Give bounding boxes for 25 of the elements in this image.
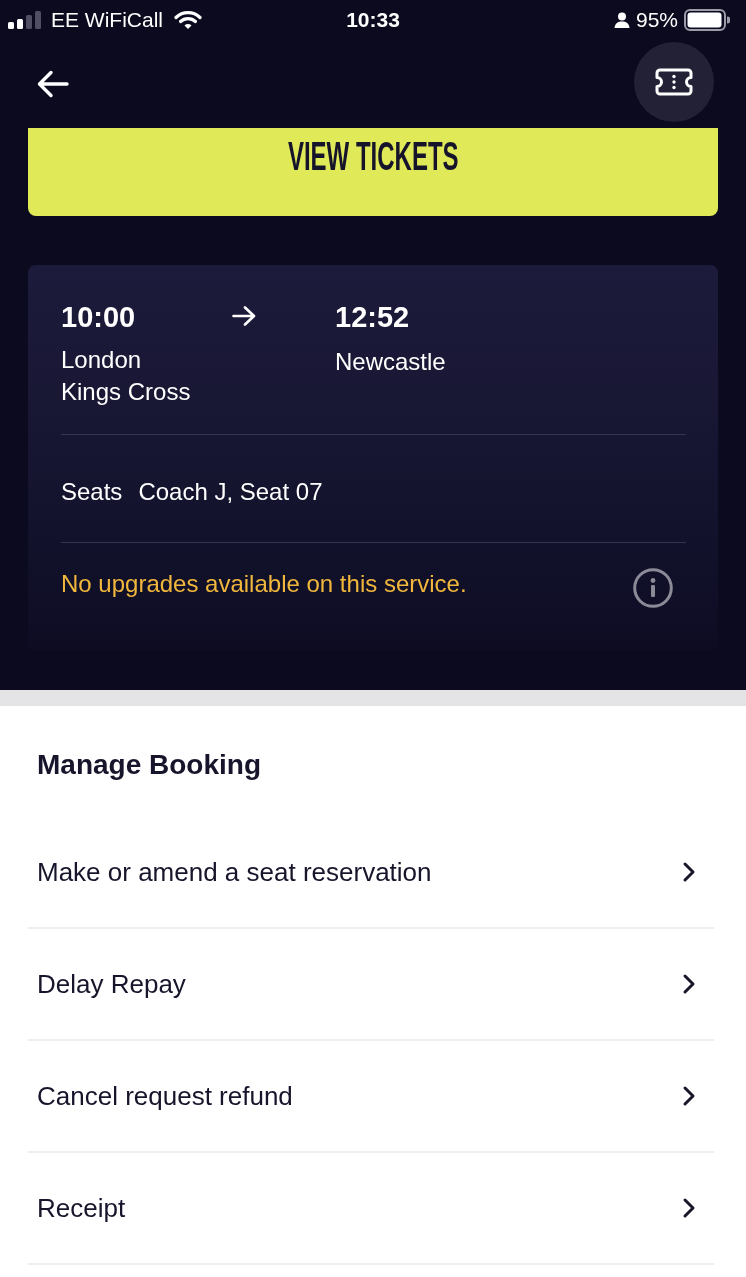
view-tickets-button[interactable]: VIEW TICKETS — [28, 128, 718, 216]
arrow-right-icon — [232, 306, 256, 326]
arrival-station: Newcastle — [335, 347, 447, 377]
section-title: Manage Booking — [36, 748, 262, 782]
carrier-name: EE WiFiCall — [51, 8, 163, 32]
departure-station: London Kings Cross — [61, 345, 192, 407]
ticket-icon — [655, 68, 693, 96]
battery-icon — [684, 9, 730, 31]
info-icon[interactable] — [633, 568, 673, 608]
seats-label: Seats — [61, 477, 123, 507]
departure-time: 10:00 — [61, 300, 137, 334]
chevron-right-icon — [682, 1085, 696, 1107]
status-time: 10:33 — [346, 8, 400, 32]
back-button[interactable] — [37, 70, 69, 98]
seat-value: Coach J, Seat 07 — [138, 477, 323, 507]
battery-percent: 95% — [635, 8, 678, 32]
upgrade-notice: No upgrades available on this service. — [61, 569, 467, 599]
arrival-time: 12:52 — [335, 300, 411, 334]
arrow-left-icon — [37, 70, 69, 98]
wifi-icon — [174, 10, 202, 30]
chevron-right-icon — [682, 973, 696, 995]
signal-icon — [8, 11, 44, 29]
chevron-right-icon — [682, 861, 696, 883]
chevron-right-icon — [682, 1197, 696, 1219]
person-icon — [613, 12, 630, 28]
